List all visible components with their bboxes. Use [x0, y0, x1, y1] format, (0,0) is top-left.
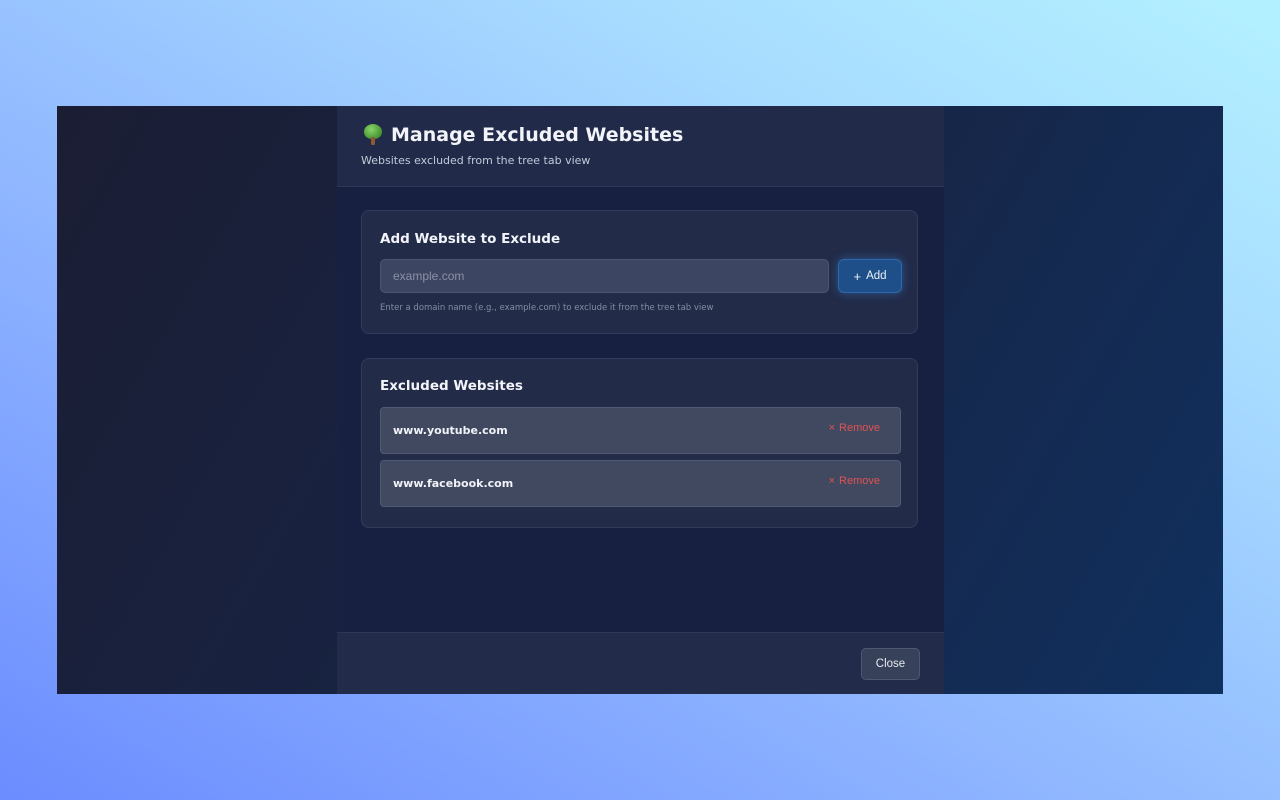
remove-label: Remove: [839, 475, 880, 487]
page-title: Manage Excluded Websites: [391, 124, 684, 146]
excluded-websites-heading: Excluded Websites: [380, 378, 523, 394]
close-icon: ×: [828, 422, 836, 434]
remove-label: Remove: [839, 422, 880, 434]
excluded-site-row: www.youtube.com × Remove: [380, 407, 901, 454]
add-button[interactable]: + Add: [838, 259, 902, 293]
exclusion-manager-panel: Manage Excluded Websites Websites exclud…: [337, 106, 944, 694]
close-button[interactable]: Close: [861, 648, 920, 680]
page-subtitle: Websites excluded from the tree tab view: [361, 154, 591, 167]
add-website-heading: Add Website to Exclude: [380, 231, 561, 247]
add-website-card: Add Website to Exclude + Add Enter a dom…: [361, 210, 918, 334]
excluded-site-row: www.facebook.com × Remove: [380, 460, 901, 507]
domain-input[interactable]: [380, 259, 829, 293]
title-row: Manage Excluded Websites: [363, 124, 683, 146]
add-button-label: Add: [866, 270, 887, 282]
app-window: Manage Excluded Websites Websites exclud…: [57, 106, 1223, 694]
site-domain: www.youtube.com: [393, 424, 508, 437]
panel-header: Manage Excluded Websites Websites exclud…: [337, 106, 944, 187]
remove-button[interactable]: × Remove: [829, 422, 880, 434]
domain-hint: Enter a domain name (e.g., example.com) …: [380, 303, 714, 313]
close-icon: ×: [828, 475, 836, 487]
panel-footer: Close: [337, 632, 944, 694]
plus-icon: +: [853, 268, 862, 284]
excluded-websites-card: Excluded Websites www.youtube.com × Remo…: [361, 358, 918, 528]
tree-icon: [363, 124, 383, 146]
site-domain: www.facebook.com: [393, 477, 514, 490]
remove-button[interactable]: × Remove: [829, 475, 880, 487]
